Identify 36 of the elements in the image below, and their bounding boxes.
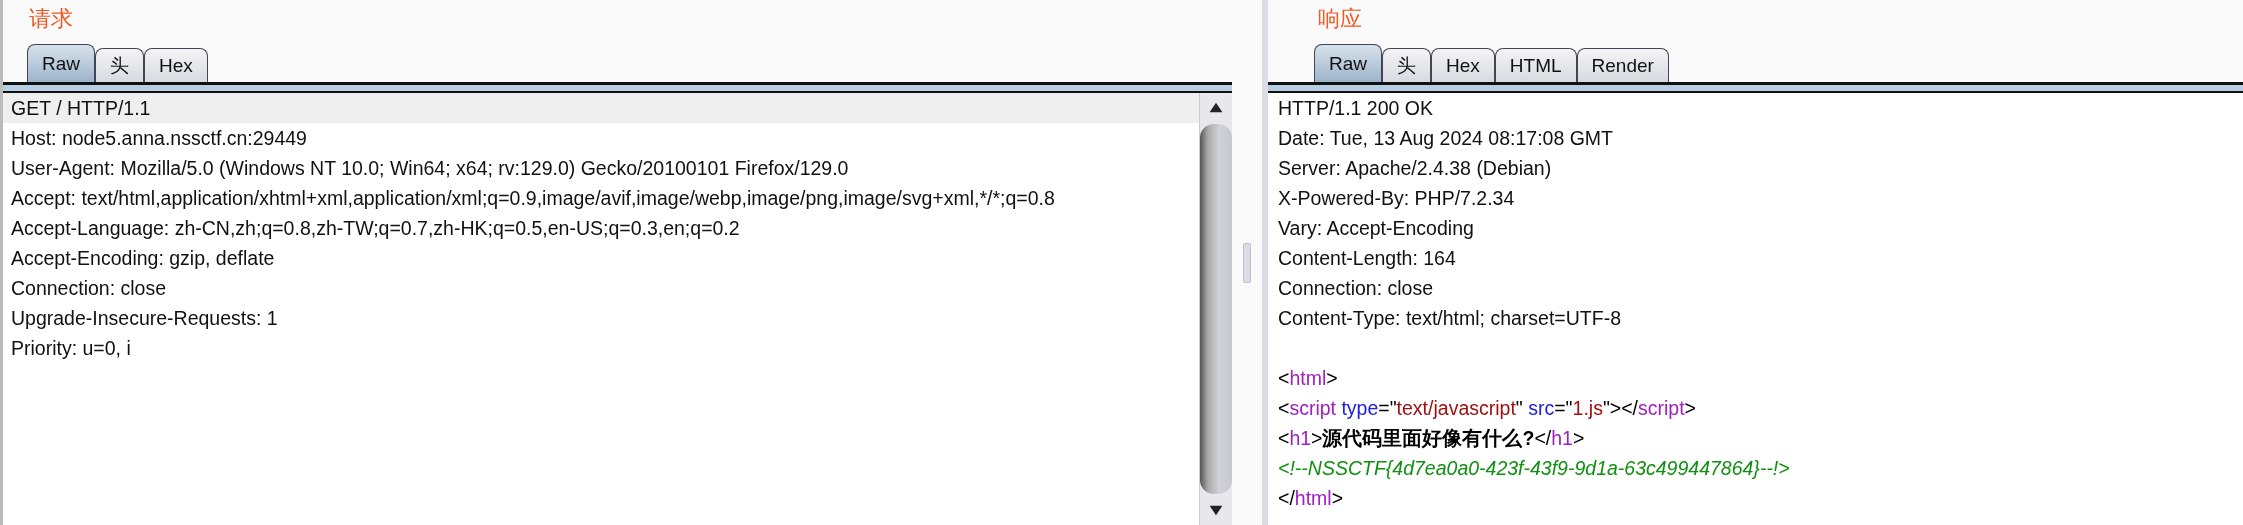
panel-title: 请求	[28, 5, 74, 33]
code-line: Connection: close	[10, 276, 167, 301]
code-line: Date: Tue, 13 Aug 2024 08:17:08 GMT	[1277, 126, 1614, 151]
code-line: <script type="text/javascript" src="1.js"></script>	[1277, 396, 1697, 421]
code-line: Vary: Accept-Encoding	[1277, 216, 1475, 241]
scrollbar-thumb[interactable]	[1200, 124, 1232, 494]
code-line: Upgrade-Insecure-Requests: 1	[10, 306, 279, 331]
tab[interactable]: 头	[95, 48, 144, 82]
splitter-handle[interactable]	[1243, 242, 1251, 283]
code-line: Connection: close	[1277, 276, 1434, 301]
code-line: Content-Length: 164	[1277, 246, 1457, 271]
tab[interactable]: Raw	[1314, 44, 1382, 82]
code-line: <!--NSSCTF{4d7ea0a0-423f-43f9-9d1a-63c499447864}--!>	[1277, 456, 1791, 481]
scrollbar[interactable]	[1199, 93, 1232, 525]
tab[interactable]: HTML	[1494, 48, 1577, 82]
scroll-up-icon[interactable]	[1208, 101, 1224, 114]
code-line: Content-Type: text/html; charset=UTF-8	[1277, 306, 1622, 331]
panel-title: 响应	[1317, 5, 1363, 33]
code-line: Server: Apache/2.4.38 (Debian)	[1277, 156, 1553, 181]
code-line: <html>	[1277, 366, 1339, 391]
code-line: <h1>源代码里面好像有什么?</h1>	[1277, 426, 1586, 451]
code-line: X-Powered-By: PHP/7.2.34	[1277, 186, 1516, 211]
code-line: User-Agent: Mozilla/5.0 (Windows NT 10.0; Win64; x64; rv:129.0) Gecko/20100101 Firefox/129.0	[10, 156, 850, 181]
scroll-down-icon[interactable]	[1208, 504, 1224, 517]
code-line: </html>	[1277, 486, 1345, 511]
tab[interactable]: 头	[1382, 48, 1431, 82]
tab[interactable]: Raw	[27, 44, 95, 82]
code-line: Accept-Language: zh-CN,zh;q=0.8,zh-TW;q=0.7,zh-HK;q=0.5,en-US;q=0.3,en;q=0.2	[10, 216, 741, 241]
code-line: HTTP/1.1 200 OK	[1277, 96, 1434, 121]
tab[interactable]: Render	[1576, 48, 1669, 82]
code-line: Accept-Encoding: gzip, deflate	[10, 246, 276, 271]
code-line: Accept: text/html,application/xhtml+xml,application/xml;q=0.9,image/avif,image/webp,image/png,image/svg+xml,*/*;q=0.8	[10, 186, 1056, 211]
code-line: Host: node5.anna.nssctf.cn:29449	[10, 126, 308, 151]
tab[interactable]: Hex	[1431, 48, 1495, 82]
code-line: Priority: u=0, i	[10, 336, 132, 361]
tab[interactable]: Hex	[144, 48, 208, 82]
